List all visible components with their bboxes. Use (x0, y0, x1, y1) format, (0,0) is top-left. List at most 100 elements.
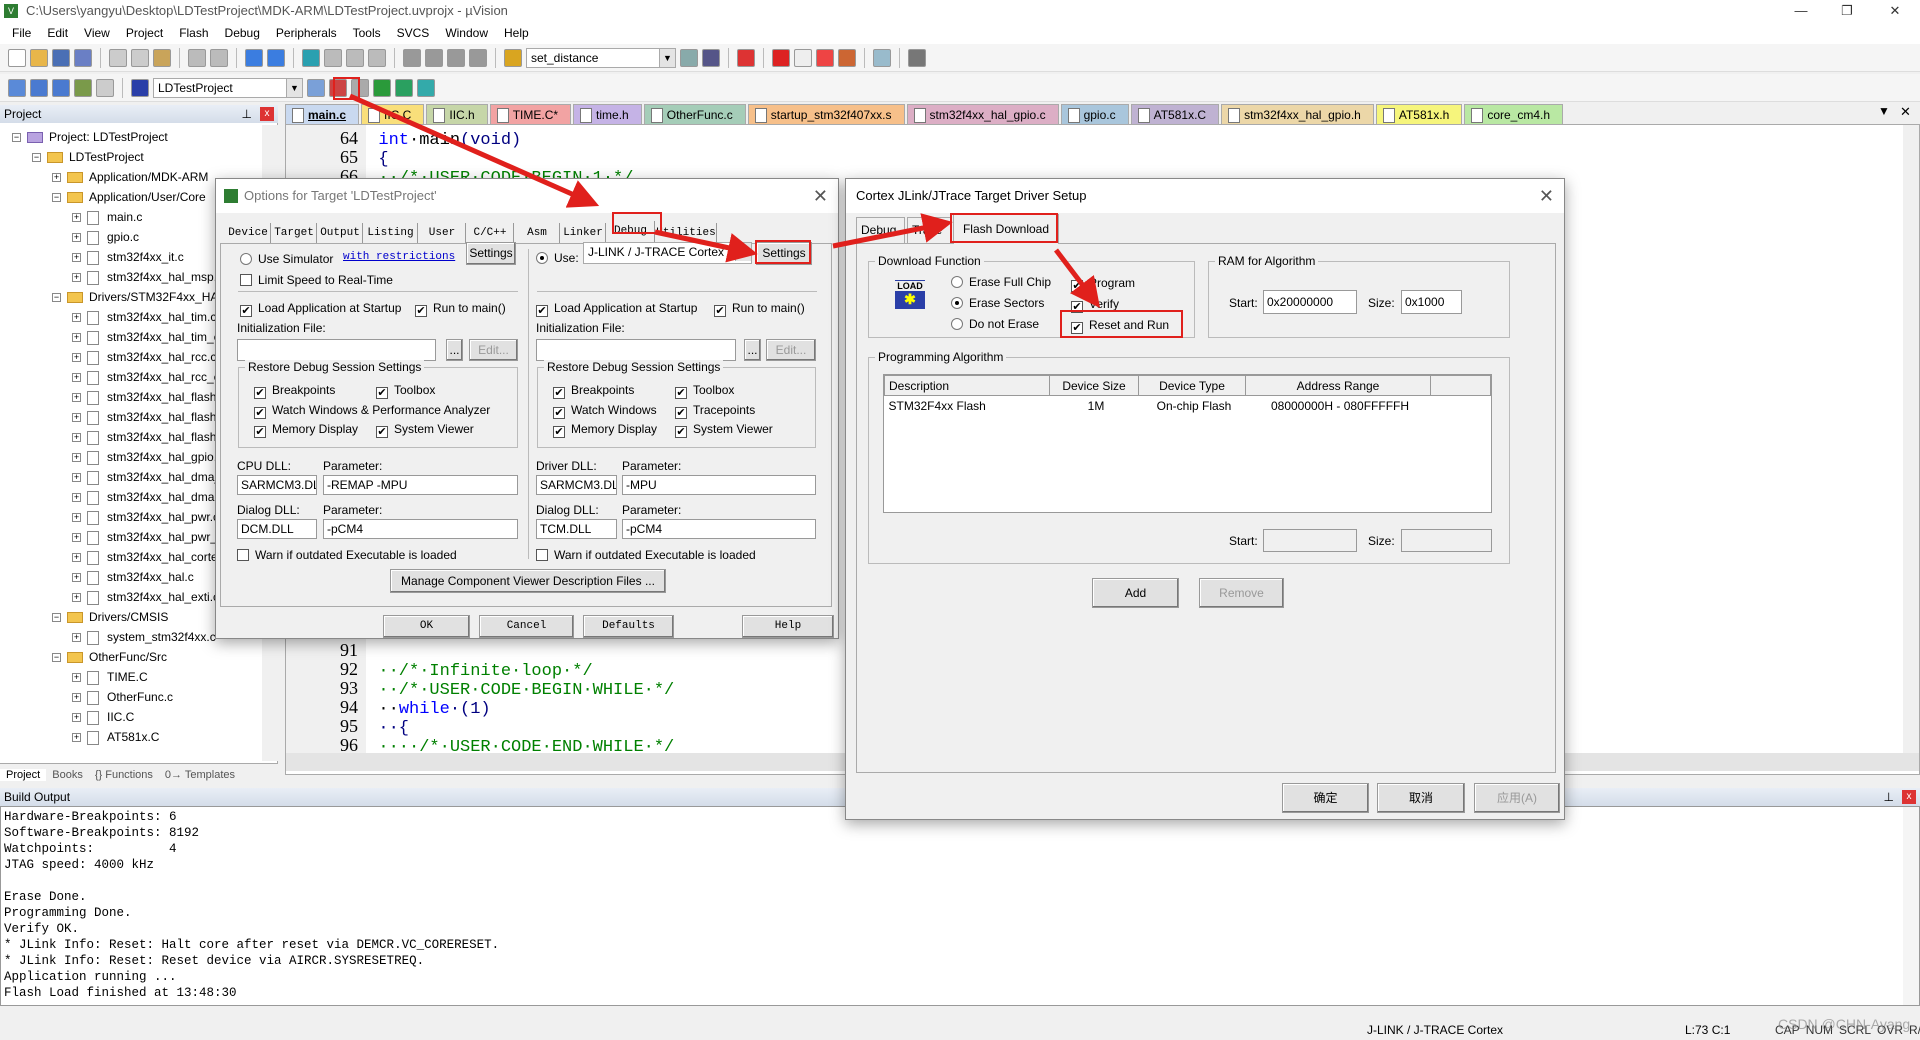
right-toolbox-checkbox[interactable]: ✔ Toolbox (675, 382, 734, 399)
verify-checkbox[interactable]: ✔ Verify (1071, 296, 1119, 313)
expand-icon[interactable]: + (72, 353, 81, 363)
menu-flash[interactable]: Flash (171, 26, 216, 40)
find-in-files-icon[interactable] (504, 48, 522, 67)
tree-item[interactable]: + TIME.C (72, 667, 148, 687)
menu-edit[interactable]: Edit (39, 26, 76, 40)
add-algorithm-button[interactable]: Add (1092, 578, 1179, 608)
find-symbol-icon[interactable] (702, 48, 720, 67)
left-dialog-dll-input[interactable]: DCM.DLL (237, 519, 317, 539)
tab-linker[interactable]: Linker (561, 223, 606, 243)
tree-item[interactable]: + stm32f4xx_hal_rcc_e (72, 367, 220, 387)
collapse-icon[interactable]: − (52, 293, 61, 303)
menu-window[interactable]: Window (437, 26, 496, 40)
debug-session-icon[interactable] (737, 48, 755, 67)
tabs-dropdown-icon[interactable]: ▼ (1878, 104, 1890, 118)
menu-file[interactable]: File (4, 26, 39, 40)
left-run-to-main-checkbox[interactable]: ✔ Run to main() (415, 300, 506, 317)
tree-item[interactable]: + stm32f4xx_hal.c (72, 567, 194, 587)
right-warn-checkbox[interactable]: Warn if outdated Executable is loaded (536, 547, 756, 563)
select-packs-icon[interactable] (351, 78, 369, 97)
expand-icon[interactable]: + (72, 713, 81, 723)
unindent-icon[interactable] (425, 48, 443, 67)
tab-utilities[interactable]: Utilities (656, 223, 717, 243)
defaults-button[interactable]: Defaults (583, 615, 674, 638)
editor-tab[interactable]: OtherFunc.c (643, 104, 746, 124)
tree-item[interactable]: + stm32f4xx_hal_dma_ (72, 467, 221, 487)
minimize-button[interactable]: — (1778, 0, 1824, 22)
expand-icon[interactable]: + (72, 213, 81, 223)
open-file-icon[interactable] (30, 48, 48, 67)
column-device-type[interactable]: Device Type (1138, 375, 1246, 396)
options-for-target-icon[interactable] (307, 78, 325, 97)
close-output-icon[interactable]: x (1902, 790, 1916, 804)
code-line[interactable]: 64 int·main(void) (286, 129, 521, 151)
expand-icon[interactable]: + (72, 573, 81, 583)
build-icon[interactable] (30, 78, 48, 97)
help-button[interactable]: Help (742, 615, 834, 638)
tree-item[interactable]: + stm32f4xx_hal_pwr.c (72, 507, 219, 527)
navigate-back-icon[interactable] (245, 48, 263, 67)
tree-item[interactable]: + stm32f4xx_hal_pwr_e (72, 527, 224, 547)
left-load-app-checkbox[interactable]: ✔ Load Application at Startup (240, 300, 401, 317)
tree-item[interactable]: − OtherFunc/Src (52, 647, 167, 667)
left-init-file-input[interactable] (237, 339, 436, 361)
collapse-icon[interactable]: − (32, 153, 41, 163)
next-bookmark-icon[interactable] (346, 48, 364, 67)
new-file-icon[interactable] (8, 48, 26, 67)
right-dialog-param-input[interactable]: -pCM4 (622, 519, 816, 539)
right-init-file-input[interactable] (536, 339, 736, 361)
tab-debug[interactable]: Debug (856, 217, 905, 243)
tree-item[interactable]: − LDTestProject (32, 147, 144, 167)
with-restrictions-link[interactable]: with restrictions (343, 249, 455, 265)
ram-size-input[interactable]: 0x1000 (1401, 290, 1462, 314)
tab-project[interactable]: Project (0, 768, 47, 781)
left-sysviewer-checkbox[interactable]: ✔ System Viewer (376, 421, 474, 438)
cpu-dll-input[interactable]: SARMCM3.DLL (237, 475, 317, 495)
expand-icon[interactable]: + (72, 413, 81, 423)
editor-tab[interactable]: IIC.C (361, 104, 425, 124)
chevron-down-icon[interactable]: ▼ (286, 78, 302, 97)
right-browse-button[interactable]: ... (744, 339, 761, 361)
editor-tab[interactable]: AT581x.C (1130, 104, 1220, 124)
rebuild-icon[interactable] (52, 78, 70, 97)
expand-icon[interactable]: + (72, 693, 81, 703)
tab-listing[interactable]: Listing (364, 223, 418, 243)
build-output-pane[interactable]: Hardware-Breakpoints: 6 Software-Breakpoi… (0, 806, 1920, 1006)
tab-user[interactable]: User (419, 223, 466, 243)
tree-item[interactable]: + main.c (72, 207, 142, 227)
algo-size-input[interactable] (1401, 529, 1492, 552)
code-line[interactable]: 94 ··while·(1) (286, 698, 491, 720)
window-layout-icon[interactable] (873, 48, 891, 67)
editor-tab[interactable]: time.h (573, 104, 642, 124)
tree-item[interactable]: + stm32f4xx_hal_rcc.c (72, 347, 216, 367)
algorithm-table[interactable]: Description Device Size Device Type Address… (883, 374, 1492, 513)
simulator-settings-button[interactable]: Settings (466, 242, 516, 265)
limit-speed-checkbox[interactable]: Limit Speed to Real-Time (240, 272, 393, 288)
apply-button[interactable]: 应用(A) (1474, 783, 1560, 813)
algo-start-input[interactable] (1263, 529, 1357, 552)
expand-icon[interactable]: + (72, 493, 81, 503)
collapse-icon[interactable]: − (52, 653, 61, 663)
menu-project[interactable]: Project (118, 26, 171, 40)
erase-full-chip-radio[interactable]: Erase Full Chip (951, 274, 1051, 290)
tab-flash-download[interactable]: Flash Download (953, 214, 1059, 244)
tab-trace[interactable]: Trace (907, 217, 951, 243)
ok-button[interactable]: OK (383, 615, 470, 638)
expand-icon[interactable]: + (72, 453, 81, 463)
incremental-find-icon[interactable] (680, 48, 698, 67)
left-memory-checkbox[interactable]: ✔ Memory Display (254, 421, 358, 438)
right-load-app-checkbox[interactable]: ✔ Load Application at Startup (536, 300, 697, 317)
close-icon[interactable]: ✕ (813, 179, 828, 213)
expand-icon[interactable]: + (72, 433, 81, 443)
copy-icon[interactable] (131, 48, 149, 67)
clear-bookmarks-icon[interactable] (368, 48, 386, 67)
manage-component-viewer-button[interactable]: Manage Component Viewer Description File… (390, 569, 666, 593)
driver-param-input[interactable]: -MPU (622, 475, 816, 495)
pin-icon[interactable]: ⊥ (242, 105, 252, 123)
left-toolbox-checkbox[interactable]: ✔ Toolbox (376, 382, 435, 399)
expand-icon[interactable]: + (72, 273, 81, 283)
left-breakpoints-checkbox[interactable]: ✔ Breakpoints (254, 382, 335, 399)
indent-icon[interactable] (403, 48, 421, 67)
editor-tab[interactable]: stm32f4xx_hal_gpio.h (1221, 104, 1374, 124)
expand-icon[interactable]: + (72, 633, 81, 643)
